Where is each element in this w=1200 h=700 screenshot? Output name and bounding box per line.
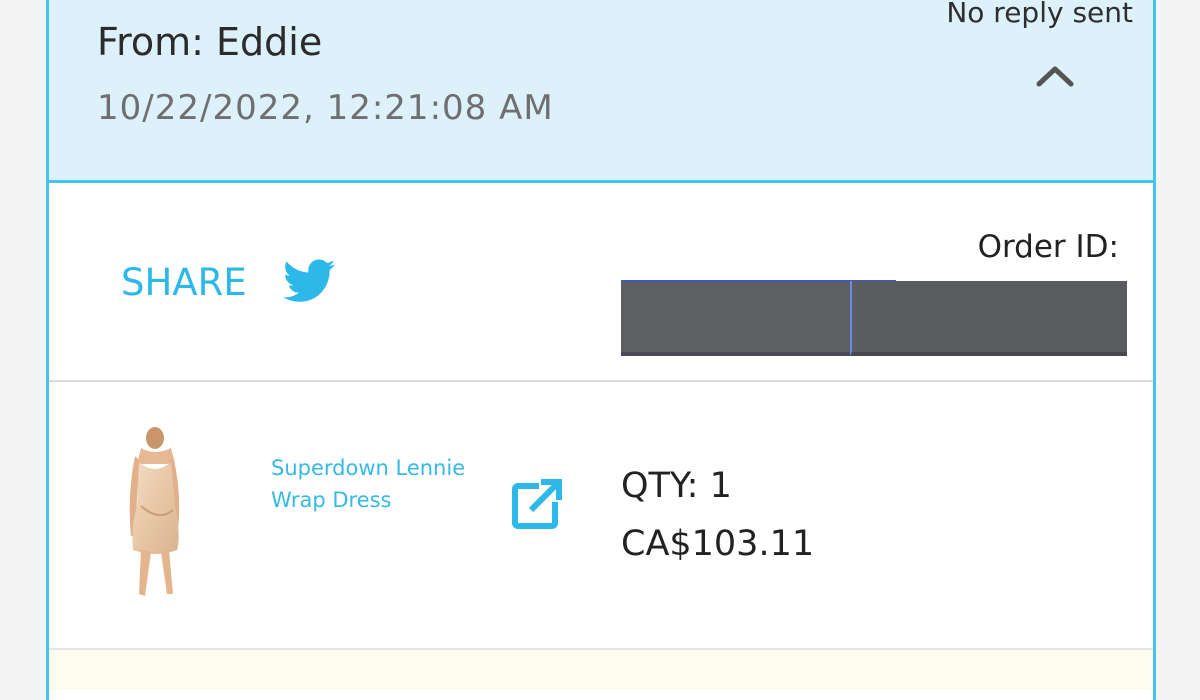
- share-button[interactable]: SHARE: [121, 261, 247, 304]
- message-timestamp: 10/22/2022, 12:21:08 AM: [97, 88, 554, 128]
- item-price: CA$103.11: [621, 524, 815, 564]
- next-message-strip: [49, 650, 1153, 690]
- twitter-icon[interactable]: [283, 259, 335, 303]
- order-id-redaction: [850, 281, 1127, 356]
- order-id-label: Order ID:: [977, 229, 1119, 265]
- chevron-up-icon[interactable]: [1035, 60, 1075, 90]
- message-header[interactable]: From: Eddie 10/22/2022, 12:21:08 AM No r…: [49, 0, 1153, 183]
- share-order-section: SHARE Order ID:: [49, 183, 1153, 382]
- order-item-row: Superdown Lennie Wrap Dress QTY: 1 CA$10…: [49, 382, 1153, 650]
- product-link[interactable]: Superdown Lennie Wrap Dress: [271, 452, 491, 516]
- sender-label: From: Eddie: [97, 20, 323, 64]
- message-card: From: Eddie 10/22/2022, 12:21:08 AM No r…: [46, 0, 1156, 700]
- reply-status: No reply sent: [946, 0, 1133, 29]
- external-link-icon[interactable]: [511, 476, 565, 530]
- item-quantity: QTY: 1: [621, 466, 732, 506]
- product-image: [129, 427, 180, 596]
